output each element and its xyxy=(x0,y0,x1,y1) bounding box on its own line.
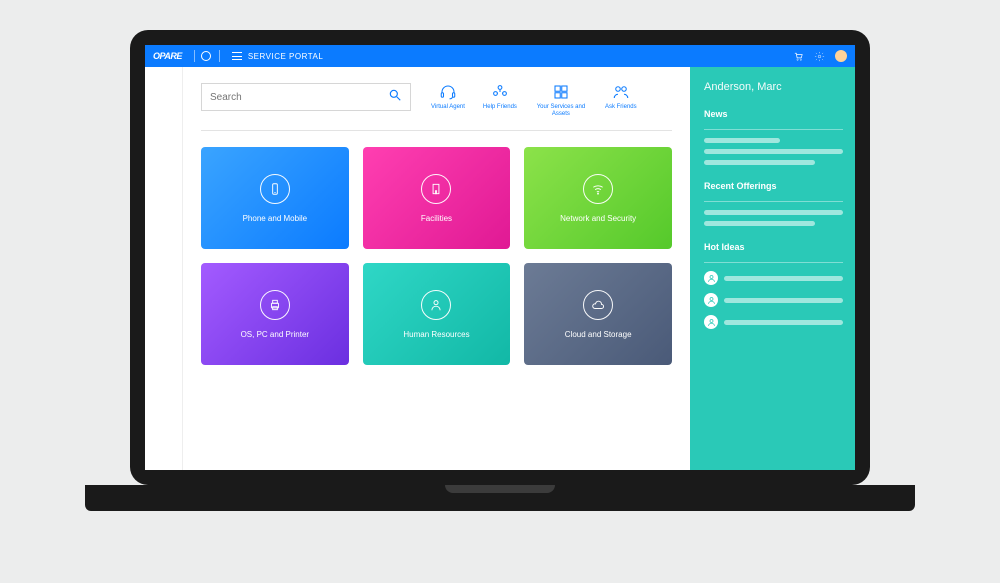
divider xyxy=(219,50,220,62)
tile-grid: Phone and Mobile Facilities xyxy=(201,147,672,365)
search-box[interactable] xyxy=(201,83,411,111)
cart-icon[interactable] xyxy=(793,51,804,62)
tile-label: Network and Security xyxy=(560,214,636,223)
wifi-icon xyxy=(583,174,613,204)
quicklink-services-assets[interactable]: Your Services and Assets xyxy=(535,83,587,118)
quicklink-label: Virtual Agent xyxy=(431,104,465,111)
sidebar: Anderson, Marc News Recent Offerings Hot… xyxy=(690,67,855,470)
quicklink-ask-friends[interactable]: Ask Friends xyxy=(605,83,637,118)
grid-icon xyxy=(552,83,570,101)
laptop-screen-bezel: OPARE SERVICE PORTAL xyxy=(130,30,870,485)
idea-row[interactable] xyxy=(704,315,843,329)
tile-cloud-storage[interactable]: Cloud and Storage xyxy=(524,263,672,365)
user-icon xyxy=(704,271,718,285)
user-icon xyxy=(704,293,718,307)
sidebar-user-name: Anderson, Marc xyxy=(704,81,843,93)
pair-icon xyxy=(612,83,630,101)
quick-links: Virtual Agent Help Friends xyxy=(425,83,672,118)
placeholder-line xyxy=(704,149,843,154)
divider xyxy=(201,130,672,131)
tile-label: OS, PC and Printer xyxy=(241,330,309,339)
quicklink-help-friends[interactable]: Help Friends xyxy=(483,83,517,118)
placeholder-line xyxy=(724,276,843,281)
top-row: Virtual Agent Help Friends xyxy=(201,83,672,118)
placeholder-line xyxy=(704,160,815,165)
tile-phone-mobile[interactable]: Phone and Mobile xyxy=(201,147,349,249)
tile-human-resources[interactable]: Human Resources xyxy=(363,263,511,365)
menu-icon[interactable] xyxy=(232,52,242,60)
settings-icon[interactable] xyxy=(814,51,825,62)
main-content: Virtual Agent Help Friends xyxy=(183,67,690,470)
tile-label: Human Resources xyxy=(403,330,469,339)
divider xyxy=(194,50,195,62)
laptop-notch xyxy=(445,485,555,493)
printer-icon xyxy=(260,290,290,320)
sidebar-section-hot-ideas: Hot Ideas xyxy=(704,242,843,252)
person-icon xyxy=(421,290,451,320)
tile-facilities[interactable]: Facilities xyxy=(363,147,511,249)
idea-row[interactable] xyxy=(704,271,843,285)
left-rail xyxy=(145,67,183,470)
sidebar-section-news: News xyxy=(704,109,843,119)
quicklink-label: Your Services and Assets xyxy=(535,104,587,118)
placeholder-line xyxy=(724,298,843,303)
search-icon[interactable] xyxy=(388,88,402,107)
laptop-base xyxy=(85,485,915,511)
sidebar-section-recent: Recent Offerings xyxy=(704,181,843,191)
idea-row[interactable] xyxy=(704,293,843,307)
tile-label: Cloud and Storage xyxy=(565,330,632,339)
tile-label: Facilities xyxy=(421,214,452,223)
tile-network-security[interactable]: Network and Security xyxy=(524,147,672,249)
user-avatar[interactable] xyxy=(835,50,847,62)
divider xyxy=(704,262,843,263)
placeholder-line xyxy=(724,320,843,325)
placeholder-line xyxy=(704,221,815,226)
divider xyxy=(704,129,843,130)
divider xyxy=(704,201,843,202)
laptop-frame: OPARE SERVICE PORTAL xyxy=(130,30,870,511)
body-row: Virtual Agent Help Friends xyxy=(145,67,855,470)
quicklink-virtual-agent[interactable]: Virtual Agent xyxy=(431,83,465,118)
brand-logo: OPARE xyxy=(153,51,182,61)
app-window: OPARE SERVICE PORTAL xyxy=(145,45,855,470)
headset-icon xyxy=(439,83,457,101)
globe-icon[interactable] xyxy=(201,51,211,61)
phone-icon xyxy=(260,174,290,204)
quicklink-label: Ask Friends xyxy=(605,104,637,111)
building-icon xyxy=(421,174,451,204)
topbar: OPARE SERVICE PORTAL xyxy=(145,45,855,67)
placeholder-line xyxy=(704,210,843,215)
people-icon xyxy=(491,83,509,101)
tile-os-pc-printer[interactable]: OS, PC and Printer xyxy=(201,263,349,365)
app-title: SERVICE PORTAL xyxy=(248,52,323,61)
user-icon xyxy=(704,315,718,329)
search-input[interactable] xyxy=(210,92,388,103)
quicklink-label: Help Friends xyxy=(483,104,517,111)
cloud-icon xyxy=(583,290,613,320)
tile-label: Phone and Mobile xyxy=(243,214,308,223)
placeholder-line xyxy=(704,138,780,143)
